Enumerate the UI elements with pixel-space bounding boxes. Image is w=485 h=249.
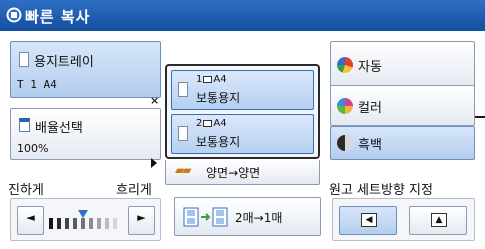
page-title: 빠른 복사	[25, 8, 91, 26]
density-dark-label: 진하게	[8, 183, 44, 198]
tray-paper-type: 보통용지	[196, 91, 241, 105]
orientation-upright-button[interactable]: ▲	[409, 206, 467, 235]
ratio-icon	[19, 118, 30, 132]
duplex-icon: ▰▰	[175, 163, 192, 177]
color-auto-label: 자동	[358, 60, 382, 75]
orientation-upright-icon: ▲	[431, 213, 447, 227]
density-bar	[57, 218, 61, 229]
density-marker-icon	[78, 210, 88, 218]
reduce-value: 100%	[17, 142, 49, 155]
tray-size: A4	[213, 74, 227, 85]
tray-icon	[203, 75, 213, 83]
paper-tray-label: 용지트레이	[34, 55, 94, 70]
orientation-rotated-icon: ◀	[361, 213, 377, 227]
orientation-control: ◀ ▲	[332, 198, 475, 241]
tray-number: 1	[196, 74, 203, 85]
density-bar	[81, 218, 85, 229]
density-bar	[105, 218, 109, 229]
tray-icon	[203, 119, 213, 127]
density-increase-button[interactable]: ►	[128, 206, 155, 235]
paper-icon	[178, 126, 188, 141]
tray-number: 2	[196, 118, 203, 129]
paper-tray-button[interactable]: 용지트레이 T 1 A4	[10, 41, 161, 98]
black-white-icon	[337, 135, 353, 151]
color-mono-button[interactable]: 흑백	[330, 126, 475, 160]
expand-arrow-icon[interactable]	[151, 158, 157, 168]
density-bar	[113, 218, 117, 229]
close-icon[interactable]: ×	[150, 94, 159, 107]
left-arrow-icon: ◄	[26, 211, 35, 224]
reduce-label: 배율선택	[35, 121, 83, 136]
n-up-icon	[183, 207, 228, 227]
orientation-rotated-button[interactable]: ◀	[339, 206, 397, 235]
density-bar	[89, 218, 93, 229]
color-full-button[interactable]: 컬러	[330, 85, 475, 126]
density-decrease-button[interactable]: ◄	[17, 206, 44, 235]
density-light-label: 흐리게	[116, 183, 152, 198]
tray-size: A4	[213, 118, 227, 129]
tray-paper-type: 보통용지	[196, 135, 241, 149]
density-bar	[49, 218, 53, 229]
density-bar	[73, 218, 77, 229]
tray-option-header: 1 A4	[196, 74, 227, 85]
auto-color-icon	[337, 57, 353, 73]
reduce-enlarge-button[interactable]: 배율선택 100%	[10, 108, 161, 160]
duplex-button[interactable]: ▰▰ 양면→양면	[165, 160, 320, 185]
paper-tray-value: T 1 A4	[17, 78, 57, 91]
title-bar: 빠른 복사	[0, 0, 485, 31]
density-bar	[65, 218, 69, 229]
n-up-label: 2매→1매	[235, 211, 283, 225]
orientation-title: 원고 세트방향 지정	[329, 183, 433, 198]
color-mono-label: 흑백	[358, 138, 382, 153]
right-arrow-icon: ►	[137, 211, 146, 224]
paper-icon	[178, 82, 188, 97]
tray-option-header: 2 A4	[196, 118, 227, 129]
tray-option-2[interactable]: 2 A4 보통용지	[171, 114, 314, 154]
color-full-label: 컬러	[358, 101, 382, 116]
paper-tray-dropdown: 1 A4 보통용지 2 A4 보통용지	[165, 64, 320, 159]
full-color-icon	[337, 98, 353, 114]
color-auto-button[interactable]: 자동	[330, 41, 475, 87]
duplex-label: 양면→양면	[206, 166, 261, 180]
paper-icon	[19, 52, 29, 67]
tray-option-1[interactable]: 1 A4 보통용지	[171, 70, 314, 110]
copy-settings-panel: 용지트레이 T 1 A4 × 1 A4 보통용지 2 A4 보통용지 자동 컬러 흑…	[0, 31, 485, 249]
density-scale[interactable]	[49, 210, 123, 229]
density-bar	[97, 218, 101, 229]
n-up-button[interactable]: 2매→1매	[174, 197, 321, 236]
copy-app-icon	[6, 7, 22, 23]
divider	[475, 116, 485, 118]
density-control: ◄ ►	[10, 198, 161, 241]
